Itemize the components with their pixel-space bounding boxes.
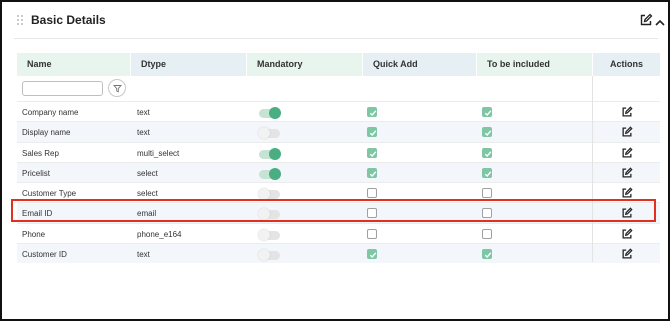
edit-icon[interactable]	[621, 247, 633, 259]
to-be-included-checkbox[interactable]	[482, 249, 492, 260]
drag-handle-icon[interactable]	[17, 15, 25, 27]
toggle-knob	[258, 127, 270, 140]
fields-table: Name Dtype Mandatory Quick Add To be inc…	[17, 53, 660, 264]
table-row: Customer ID text	[17, 243, 660, 264]
name-filter-input[interactable]	[22, 81, 103, 96]
column-header-quick-add[interactable]: Quick Add	[363, 53, 476, 76]
field-dtype: text	[137, 250, 150, 260]
mandatory-toggle[interactable]	[258, 249, 280, 262]
quick-add-checkbox[interactable]	[367, 147, 377, 158]
toggle-knob	[269, 167, 281, 180]
to-be-included-checkbox[interactable]	[482, 188, 492, 199]
field-dtype: text	[137, 128, 150, 138]
quick-add-checkbox[interactable]	[367, 167, 377, 178]
edit-icon[interactable]	[621, 125, 633, 137]
table-row: Display name text	[17, 121, 660, 142]
table-header: Name Dtype Mandatory Quick Add To be inc…	[17, 53, 660, 76]
column-header-mandatory[interactable]: Mandatory	[247, 53, 362, 76]
quick-add-checkbox[interactable]	[367, 249, 377, 260]
section-header: Basic Details	[14, 12, 665, 34]
edit-icon[interactable]	[621, 186, 633, 198]
field-dtype: select	[137, 168, 158, 178]
field-name: Company name	[22, 108, 79, 117]
edit-icon[interactable]	[621, 146, 633, 158]
table-row: Sales Rep multi_select	[17, 141, 660, 162]
column-header-dtype[interactable]: Dtype	[131, 53, 246, 76]
field-name: Display name	[22, 128, 71, 138]
mandatory-toggle[interactable]	[259, 167, 281, 180]
field-name: Phone	[22, 229, 46, 239]
edit-icon[interactable]	[621, 166, 633, 178]
column-header-actions: Actions	[593, 53, 660, 76]
table-row: Phone phone_e164	[17, 222, 660, 243]
edit-icon[interactable]	[639, 13, 653, 27]
mandatory-toggle[interactable]	[258, 228, 280, 241]
field-dtype: multi_select	[137, 148, 180, 158]
quick-add-checkbox[interactable]	[367, 107, 377, 117]
quick-add-checkbox[interactable]	[367, 228, 377, 239]
filter-row	[17, 76, 660, 101]
mandatory-toggle[interactable]	[258, 188, 280, 201]
toggle-knob	[258, 249, 270, 262]
edit-icon[interactable]	[621, 105, 633, 117]
to-be-included-checkbox[interactable]	[482, 228, 492, 239]
column-header-name[interactable]: Name	[17, 53, 130, 76]
toggle-knob	[258, 228, 270, 241]
mandatory-toggle[interactable]	[259, 107, 281, 119]
field-name: Sales Rep	[22, 148, 59, 158]
to-be-included-checkbox[interactable]	[482, 127, 492, 138]
section-title: Basic Details	[31, 13, 106, 27]
filter-icon[interactable]	[108, 79, 126, 97]
column-header-to-be-included[interactable]: To be included	[477, 53, 592, 76]
mandatory-toggle[interactable]	[258, 127, 280, 140]
field-dtype: phone_e164	[137, 229, 182, 239]
to-be-included-checkbox[interactable]	[482, 167, 492, 178]
edit-icon[interactable]	[621, 227, 633, 239]
quick-add-checkbox[interactable]	[367, 188, 377, 199]
actions-column-divider	[592, 76, 593, 262]
to-be-included-checkbox[interactable]	[482, 107, 492, 117]
toggle-knob	[269, 147, 281, 160]
header-divider	[14, 38, 658, 39]
table-row: Company name text	[17, 101, 660, 121]
chevron-up-icon[interactable]	[654, 15, 666, 26]
mandatory-toggle[interactable]	[259, 147, 281, 160]
field-name: Pricelist	[22, 168, 51, 178]
table-body: Company name text Display name text Sales Re…	[17, 101, 660, 264]
table-row: Pricelist select	[17, 161, 660, 183]
toggle-knob	[269, 107, 281, 119]
field-name: Customer ID	[22, 250, 67, 260]
to-be-included-checkbox[interactable]	[482, 147, 492, 158]
field-dtype: text	[137, 108, 150, 117]
quick-add-checkbox[interactable]	[367, 127, 377, 138]
highlighted-row-outline	[11, 199, 656, 222]
